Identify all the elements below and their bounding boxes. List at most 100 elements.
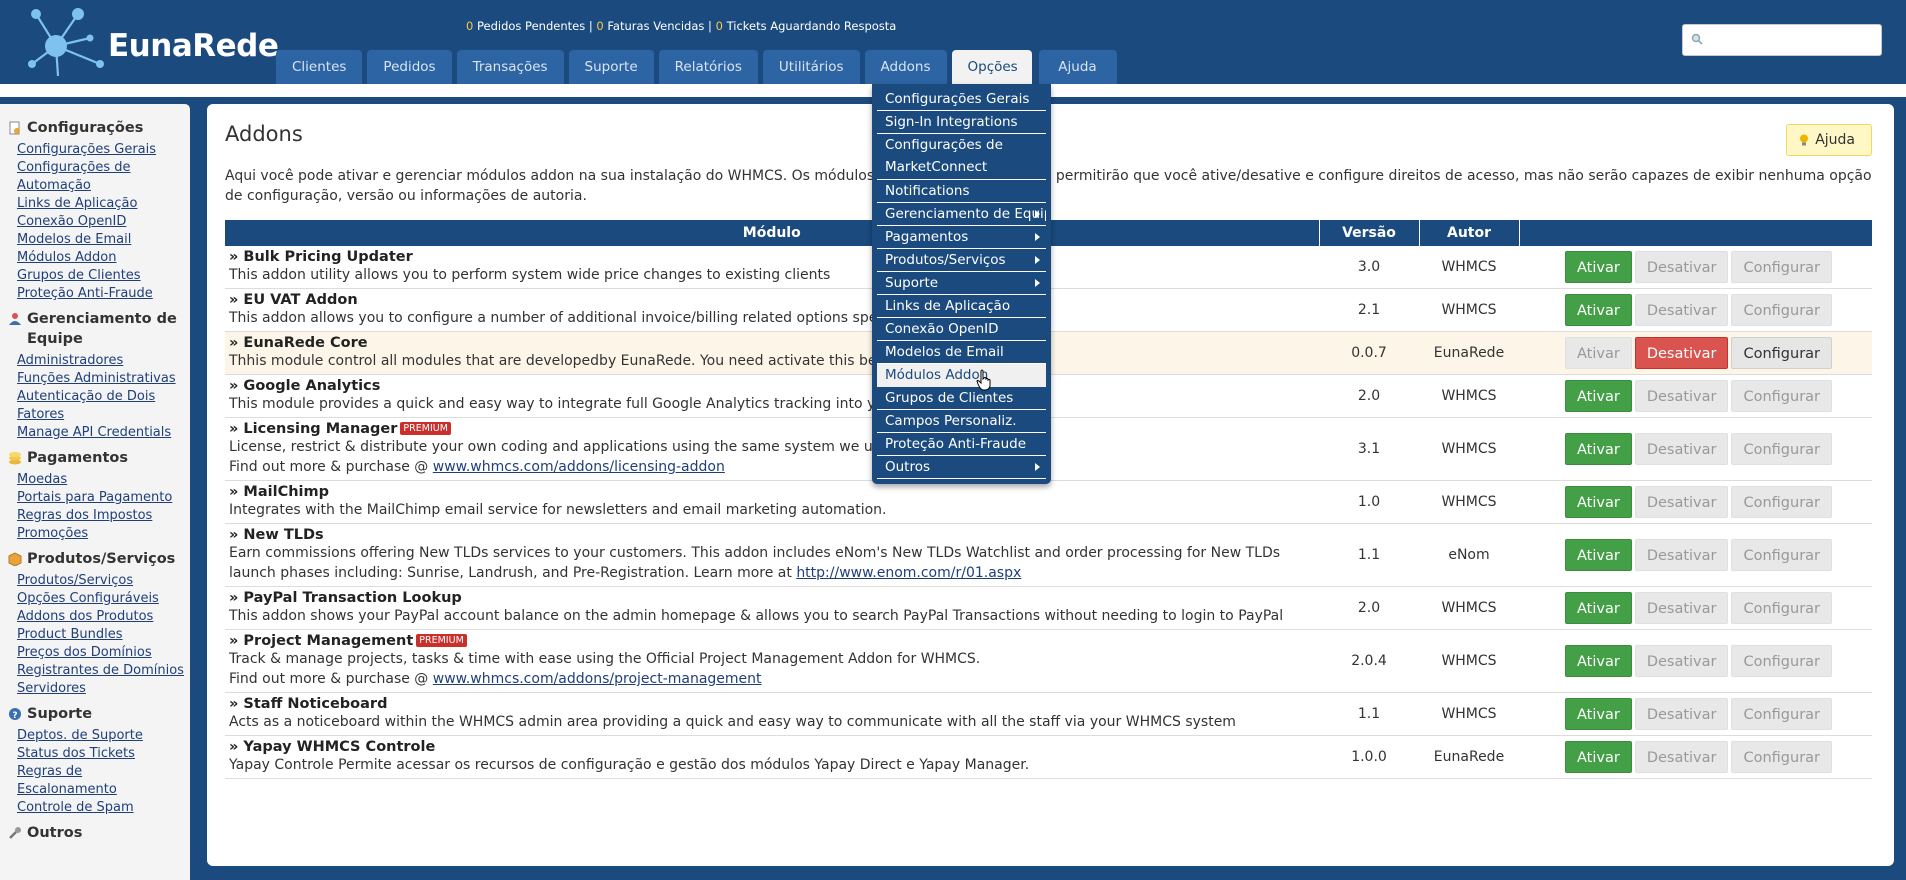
menu-item-produtos-servicos[interactable]: Produtos/Serviços (877, 249, 1046, 272)
sidebar-link-conexao-openid[interactable]: Conexão OpenID (0, 213, 185, 231)
sidebar-link-product-bundles[interactable]: Product Bundles (0, 626, 185, 644)
configure-button[interactable]: Configurar (1731, 337, 1833, 369)
sidebar-link-status-tickets[interactable]: Status dos Tickets (0, 745, 185, 763)
menu-item-campos-personaliz[interactable]: Campos Personaliz. (877, 410, 1046, 433)
menu-item-links-de-aplicacao[interactable]: Links de Aplicação (877, 295, 1046, 318)
configure-button[interactable]: Configurar (1731, 645, 1833, 677)
activate-button[interactable]: Ativar (1565, 251, 1632, 283)
tab-clientes[interactable]: Clientes (276, 50, 363, 84)
deactivate-button[interactable]: Desativar (1634, 294, 1729, 326)
menu-item-protecao-anti-fraude[interactable]: Proteção Anti-Fraude (877, 433, 1046, 456)
activate-button[interactable]: Ativar (1565, 433, 1632, 465)
sidebar-link-moedas[interactable]: Moedas (0, 471, 185, 489)
overdue-invoices-label[interactable]: Faturas Vencidas (604, 19, 704, 33)
deactivate-button[interactable]: Desativar (1634, 251, 1729, 283)
deactivate-button[interactable]: Desativar (1634, 486, 1729, 518)
sidebar-link-funcoes-administrativas[interactable]: Funções Administrativas (0, 370, 185, 388)
sidebar-link-deptos-suporte[interactable]: Deptos. de Suporte (0, 727, 185, 745)
menu-item-modelos-de-email[interactable]: Modelos de Email (877, 341, 1046, 364)
module-cell: » EunaRede Core Thhis module control all… (225, 331, 1319, 375)
help-button[interactable]: Ajuda (1786, 124, 1872, 156)
tab-relatorios[interactable]: Relatórios (658, 50, 758, 84)
sidebar-link-precos-dominios[interactable]: Preços dos Domínios (0, 644, 185, 662)
configure-button[interactable]: Configurar (1731, 539, 1833, 571)
tab-ajuda[interactable]: Ajuda (1038, 50, 1117, 84)
table-row: » MailChimp Integrates with the MailChim… (225, 480, 1872, 524)
configure-button[interactable]: Configurar (1731, 741, 1833, 773)
menu-item-grupos-de-clientes[interactable]: Grupos de Clientes (877, 387, 1046, 410)
menu-item-conexao-openid[interactable]: Conexão OpenID (877, 318, 1046, 341)
tab-suporte[interactable]: Suporte (568, 50, 654, 84)
configure-button[interactable]: Configurar (1731, 433, 1833, 465)
sidebar-link-configuracoes-automacao[interactable]: Configurações de Automação (0, 159, 185, 195)
menu-item-sign-in-integrations[interactable]: Sign-In Integrations (877, 111, 1046, 134)
activate-button[interactable]: Ativar (1565, 486, 1632, 518)
sidebar-link-controle-spam[interactable]: Controle de Spam (0, 799, 185, 817)
menu-item-suporte[interactable]: Suporte (877, 272, 1046, 295)
sidebar-link-opcoes-configuraveis[interactable]: Opções Configuráveis (0, 590, 185, 608)
tab-opcoes[interactable]: Opções (951, 50, 1032, 84)
sidebar-link-modulos-addon[interactable]: Módulos Addon (0, 249, 185, 267)
module-link[interactable]: http://www.enom.com/r/01.aspx (796, 565, 1021, 581)
sidebar-link-links-aplicacao[interactable]: Links de Aplicação (0, 195, 185, 213)
sidebar-link-api-credentials[interactable]: Manage API Credentials (0, 424, 185, 442)
sidebar-link-promocoes[interactable]: Promoções (0, 525, 185, 543)
tab-pedidos[interactable]: Pedidos (367, 50, 452, 84)
configure-button[interactable]: Configurar (1731, 592, 1833, 624)
activate-button[interactable]: Ativar (1565, 698, 1632, 730)
overdue-invoices-count[interactable]: 0 (596, 19, 603, 33)
deactivate-button[interactable]: Desativar (1634, 645, 1729, 677)
activate-button[interactable]: Ativar (1565, 294, 1632, 326)
menu-item-modulos-addon[interactable]: Módulos Addon (877, 364, 1046, 387)
activate-button[interactable]: Ativar (1565, 380, 1632, 412)
sidebar-link-modelos-email[interactable]: Modelos de Email (0, 231, 185, 249)
deactivate-button[interactable]: Desativar (1634, 380, 1729, 412)
sidebar-link-administradores[interactable]: Administradores (0, 352, 185, 370)
search-input[interactable] (1709, 29, 1875, 51)
search-box[interactable] (1682, 24, 1882, 56)
activate-button[interactable]: Ativar (1565, 539, 1632, 571)
activate-button[interactable]: Ativar (1565, 741, 1632, 773)
sidebar-link-regras-escalonamento[interactable]: Regras de Escalonamento (0, 763, 185, 799)
sidebar-link-produtos-servicos[interactable]: Produtos/Serviços (0, 572, 185, 590)
configure-button[interactable]: Configurar (1731, 698, 1833, 730)
sidebar-link-regras-impostos[interactable]: Regras dos Impostos (0, 507, 185, 525)
menu-item-notifications[interactable]: Notifications (877, 180, 1046, 203)
activate-button[interactable]: Ativar (1565, 592, 1632, 624)
deactivate-button[interactable]: Desativar (1634, 433, 1729, 465)
menu-item-outros[interactable]: Outros (877, 456, 1046, 479)
tab-transacoes[interactable]: Transações (456, 50, 564, 84)
activate-button[interactable]: Ativar (1565, 645, 1632, 677)
activate-button[interactable]: Ativar (1565, 337, 1632, 369)
deactivate-button[interactable]: Desativar (1634, 741, 1729, 773)
configure-button[interactable]: Configurar (1731, 380, 1833, 412)
module-link[interactable]: www.whmcs.com/addons/project-management (433, 671, 762, 687)
awaiting-tickets-label[interactable]: Tickets Aguardando Resposta (723, 19, 897, 33)
sidebar-link-registrantes-dominios[interactable]: Registrantes de Domínios (0, 662, 185, 680)
sidebar-link-configuracoes-gerais[interactable]: Configurações Gerais (0, 141, 185, 159)
module-name: » Staff Noticeboard (229, 696, 388, 712)
menu-item-pagamentos[interactable]: Pagamentos (877, 226, 1046, 249)
sidebar-section-title: Configurações (27, 120, 144, 136)
sidebar-link-addons-produtos[interactable]: Addons dos Produtos (0, 608, 185, 626)
tab-addons[interactable]: Addons (864, 50, 947, 84)
menu-item-configuracoes-de-marketconnect[interactable]: Configurações de MarketConnect (877, 134, 1046, 180)
menu-item-configuracoes-gerais[interactable]: Configurações Gerais (877, 88, 1046, 111)
deactivate-button[interactable]: Desativar (1634, 337, 1729, 369)
deactivate-button[interactable]: Desativar (1634, 539, 1729, 571)
awaiting-tickets-count[interactable]: 0 (716, 19, 723, 33)
deactivate-button[interactable]: Desativar (1634, 592, 1729, 624)
sidebar-link-autenticacao-dois-fatores[interactable]: Autenticação de Dois Fatores (0, 388, 185, 424)
deactivate-button[interactable]: Desativar (1634, 698, 1729, 730)
menu-item-gerenciamento-de-equipe[interactable]: Gerenciamento de Equipe (877, 203, 1046, 226)
sidebar-link-protecao-antifraude[interactable]: Proteção Anti-Fraude (0, 285, 185, 303)
sidebar-link-servidores[interactable]: Servidores (0, 680, 185, 698)
sidebar-link-grupos-clientes[interactable]: Grupos de Clientes (0, 267, 185, 285)
configure-button[interactable]: Configurar (1731, 294, 1833, 326)
module-link[interactable]: www.whmcs.com/addons/licensing-addon (433, 459, 725, 475)
configure-button[interactable]: Configurar (1731, 251, 1833, 283)
tab-utilitarios[interactable]: Utilitários (762, 50, 860, 84)
sidebar-link-portais-pagamento[interactable]: Portais para Pagamento (0, 489, 185, 507)
pending-orders-label[interactable]: Pedidos Pendentes (473, 19, 585, 33)
configure-button[interactable]: Configurar (1731, 486, 1833, 518)
